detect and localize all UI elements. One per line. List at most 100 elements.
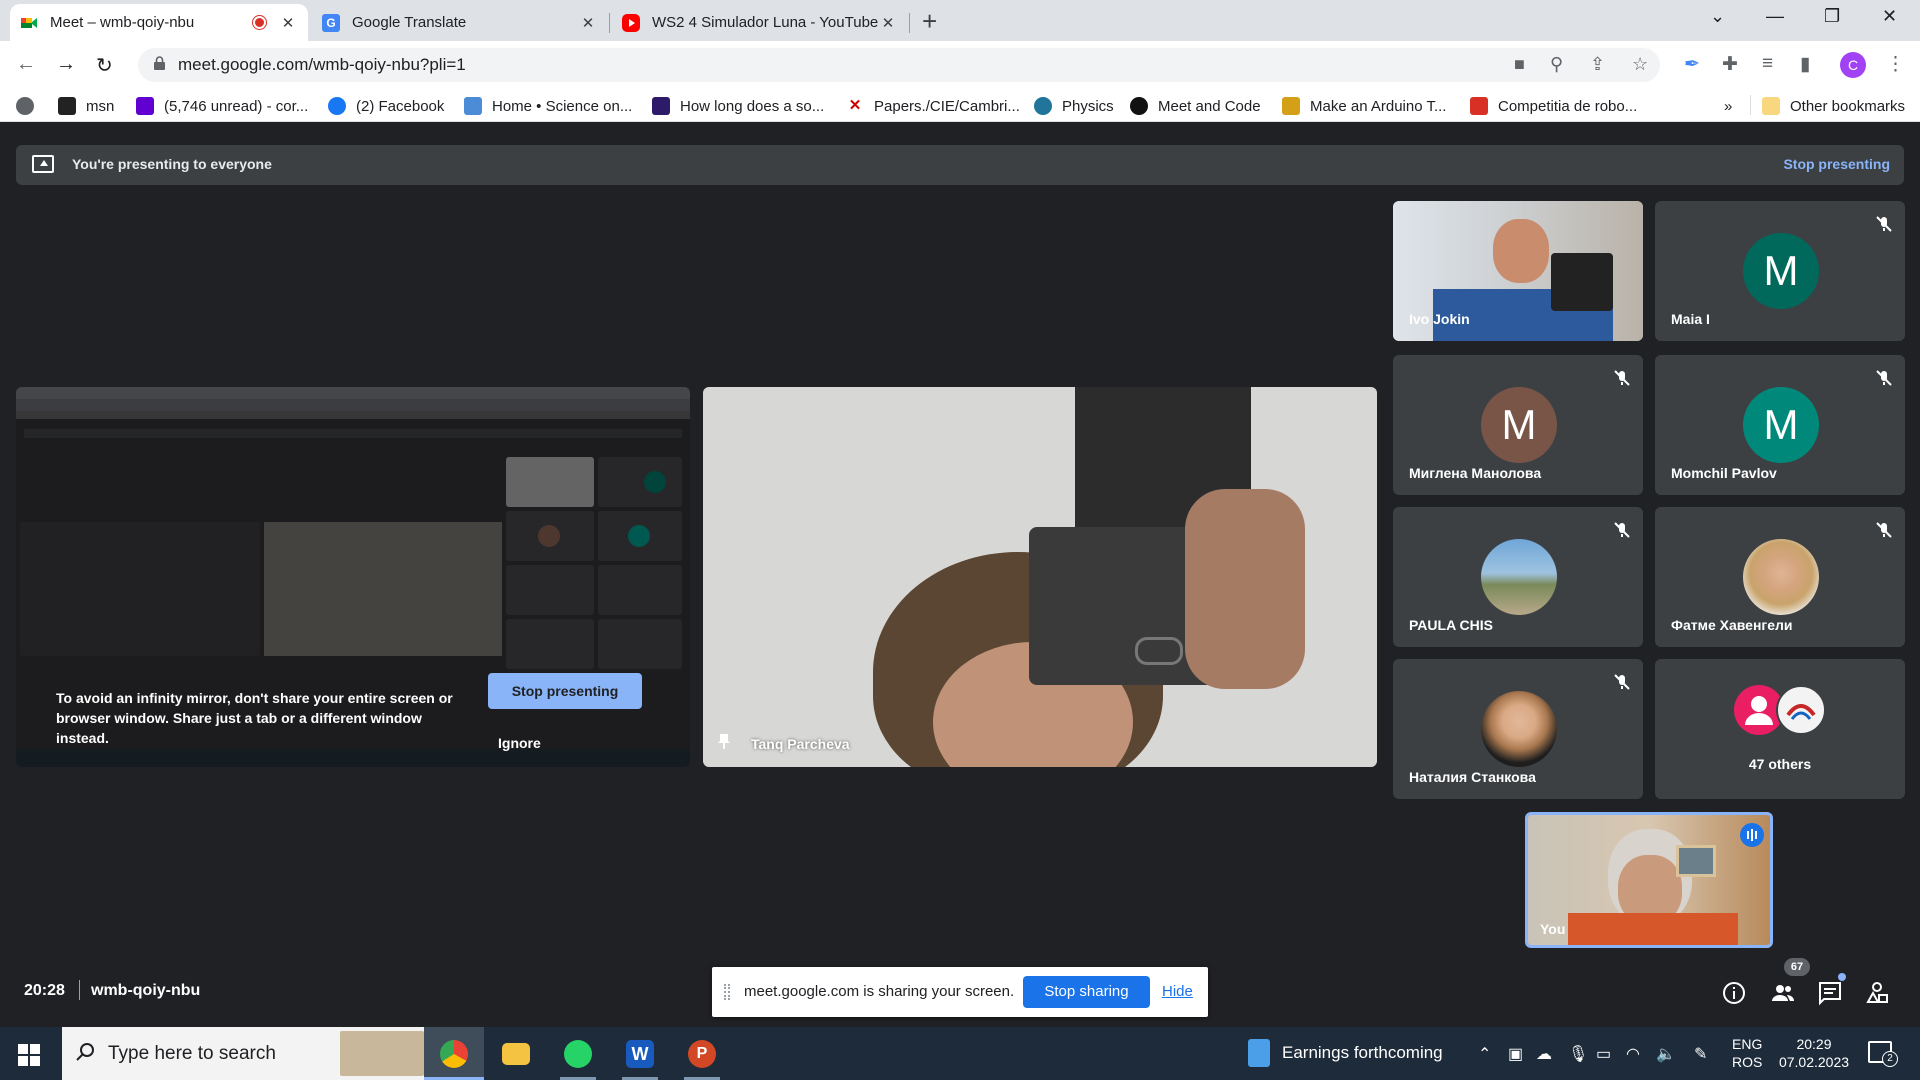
tab-title: WS2 4 Simulador Luna - YouTube [652, 14, 878, 31]
chrome-menu-icon[interactable]: ⋮ [1886, 53, 1905, 76]
mic-off-icon [1876, 370, 1892, 386]
bookmark-star-icon[interactable]: ☆ [1632, 54, 1648, 75]
participant-tile[interactable]: PAULA CHIS [1393, 507, 1643, 647]
back-icon[interactable]: ← [16, 53, 36, 76]
other-bookmarks[interactable]: Other bookmarks [1762, 95, 1905, 117]
share-icon[interactable]: ⇪ [1590, 54, 1605, 75]
taskbar-search-box[interactable]: Type here to search [62, 1027, 427, 1080]
stop-sharing-button[interactable]: Stop sharing [1023, 976, 1150, 1008]
close-tab-icon[interactable]: ✕ [578, 14, 598, 32]
tab-search-icon[interactable]: ⌄ [1710, 6, 1725, 27]
profile-avatar[interactable]: C [1840, 52, 1866, 78]
bookmark-msn[interactable]: msn [58, 95, 114, 117]
windows-taskbar: Type here to search W P Earnings forthco… [0, 1027, 1920, 1080]
facebook-icon [328, 97, 346, 115]
google-meet-icon [20, 13, 38, 32]
participant-tile[interactable]: M Maia I [1655, 201, 1905, 341]
tab-google-translate[interactable]: G Google Translate ✕ [312, 4, 608, 41]
ignore-button[interactable]: Ignore [498, 735, 541, 751]
microphone-icon[interactable]: 🎙 [1568, 1044, 1588, 1064]
meeting-details-icon[interactable] [1721, 980, 1747, 1006]
language-code: ENG [1732, 1036, 1763, 1052]
tab-youtube[interactable]: WS2 4 Simulador Luna - YouTube ✕ [612, 4, 908, 41]
hide-link[interactable]: Hide [1162, 983, 1193, 1000]
taskbar-whatsapp[interactable] [548, 1027, 608, 1080]
tab-title: Meet – wmb-qoiy-nbu [50, 14, 195, 31]
activities-icon[interactable] [1864, 980, 1890, 1006]
taskbar-file-explorer[interactable] [486, 1027, 546, 1080]
bookmark-meet-and-code[interactable]: Meet and Code [1130, 95, 1261, 117]
bookmark-how-long[interactable]: How long does a so... [652, 95, 824, 117]
self-video [1676, 845, 1716, 877]
banner-stop-presenting-button[interactable]: Stop presenting [1783, 156, 1890, 172]
taskbar-clock[interactable]: 20:29 07.02.2023 [1778, 1035, 1850, 1071]
bookmark-competitia[interactable]: Competitia de robo... [1470, 95, 1637, 117]
zoom-icon[interactable]: ⚲ [1550, 54, 1563, 75]
participant-tile[interactable]: Фатме Хавенгели [1655, 507, 1905, 647]
bookmark-yahoo-mail[interactable]: (5,746 unread) - cor... [136, 95, 308, 117]
taskbar-chrome[interactable] [424, 1027, 484, 1080]
tab-meet[interactable]: Meet – wmb-qoiy-nbu ✕ [10, 4, 308, 41]
tray-overflow-icon[interactable]: ⌃ [1478, 1044, 1491, 1064]
screen-share-notification: meet.google.com is sharing your screen. … [712, 967, 1208, 1017]
camera-in-use-icon[interactable]: ■ [1514, 54, 1525, 75]
forward-icon[interactable]: → [56, 53, 76, 76]
language-indicator[interactable]: ENG ROS [1732, 1035, 1762, 1071]
chat-icon[interactable] [1817, 980, 1843, 1006]
stop-presenting-button[interactable]: Stop presenting [488, 673, 642, 709]
meet-tray-icon[interactable]: ▣ [1508, 1044, 1523, 1064]
participant-tile[interactable]: M Миглена Манолова [1393, 355, 1643, 495]
close-window-button[interactable]: ✕ [1882, 6, 1897, 27]
extension-feather-icon[interactable]: ✒ [1684, 53, 1700, 76]
pen-icon[interactable]: ✎ [1694, 1044, 1707, 1064]
news-widget[interactable]: Earnings forthcoming [1248, 1039, 1443, 1067]
avatar: M [1481, 387, 1557, 463]
apps-globe-icon[interactable] [16, 95, 34, 117]
close-tab-icon[interactable]: ✕ [878, 14, 898, 32]
windows-start-icon[interactable] [18, 1044, 40, 1066]
notification-center-icon[interactable]: 2 [1868, 1041, 1898, 1067]
bookmark-papers[interactable]: ✕ Papers./CIE/Cambri... [846, 95, 1020, 117]
file-explorer-icon [502, 1043, 530, 1065]
extensions-puzzle-icon[interactable]: ✚ [1722, 53, 1738, 76]
others-tile[interactable]: 47 others [1655, 659, 1905, 799]
maximize-button[interactable]: ❐ [1824, 6, 1840, 27]
msn-icon [58, 97, 76, 115]
participant-tile[interactable]: Наталия Станкова [1393, 659, 1643, 799]
bookmark-physics[interactable]: Physics [1034, 95, 1114, 117]
new-tab-button[interactable]: + [922, 8, 937, 34]
taskbar-powerpoint[interactable]: P [672, 1027, 732, 1080]
lock-icon[interactable] [154, 56, 165, 70]
people-icon[interactable] [1770, 980, 1796, 1006]
media-queue-icon[interactable]: ≡ [1762, 53, 1773, 75]
drag-handle[interactable] [724, 984, 730, 1000]
volume-icon[interactable]: 🔈 [1656, 1044, 1676, 1064]
wifi-icon[interactable]: ◠ [1626, 1044, 1640, 1064]
avatar: M [1743, 233, 1819, 309]
onedrive-icon[interactable]: ☁ [1536, 1044, 1552, 1064]
close-tab-icon[interactable]: ✕ [278, 14, 298, 32]
pin-icon[interactable] [717, 733, 731, 749]
tab-divider [909, 13, 910, 33]
address-bar[interactable]: meet.google.com/wmb-qoiy-nbu?pli=1 ■ ⚲ ⇪… [138, 48, 1660, 82]
bookmark-arduino[interactable]: Make an Arduino T... [1282, 95, 1446, 117]
recording-indicator-icon [253, 16, 266, 29]
bookmarks-bar: msn (5,746 unread) - cor... (2) Facebook… [0, 89, 1920, 122]
reload-icon[interactable]: ↻ [96, 53, 113, 78]
infinity-mirror-warning: To avoid an infinity mirror, don't share… [56, 690, 453, 746]
avatar: M [1743, 387, 1819, 463]
minimize-button[interactable]: — [1766, 6, 1784, 27]
self-view-tile[interactable]: You [1525, 812, 1773, 948]
participant-tile[interactable]: Ivo Jokin [1393, 201, 1643, 341]
participant-video [1551, 253, 1613, 311]
display-icon[interactable]: ▭ [1596, 1044, 1611, 1064]
speaker-video-tile[interactable]: Tanq Parcheva [703, 387, 1377, 767]
mic-off-icon [1614, 522, 1630, 538]
bookmark-facebook[interactable]: (2) Facebook [328, 95, 444, 117]
bookmarks-overflow-button[interactable]: » [1724, 95, 1732, 117]
participant-tile[interactable]: M Momchil Pavlov [1655, 355, 1905, 495]
self-video [1568, 913, 1738, 945]
taskbar-word[interactable]: W [610, 1027, 670, 1080]
side-panel-icon[interactable]: ▮ [1800, 53, 1810, 76]
bookmark-science[interactable]: Home • Science on... [464, 95, 632, 117]
